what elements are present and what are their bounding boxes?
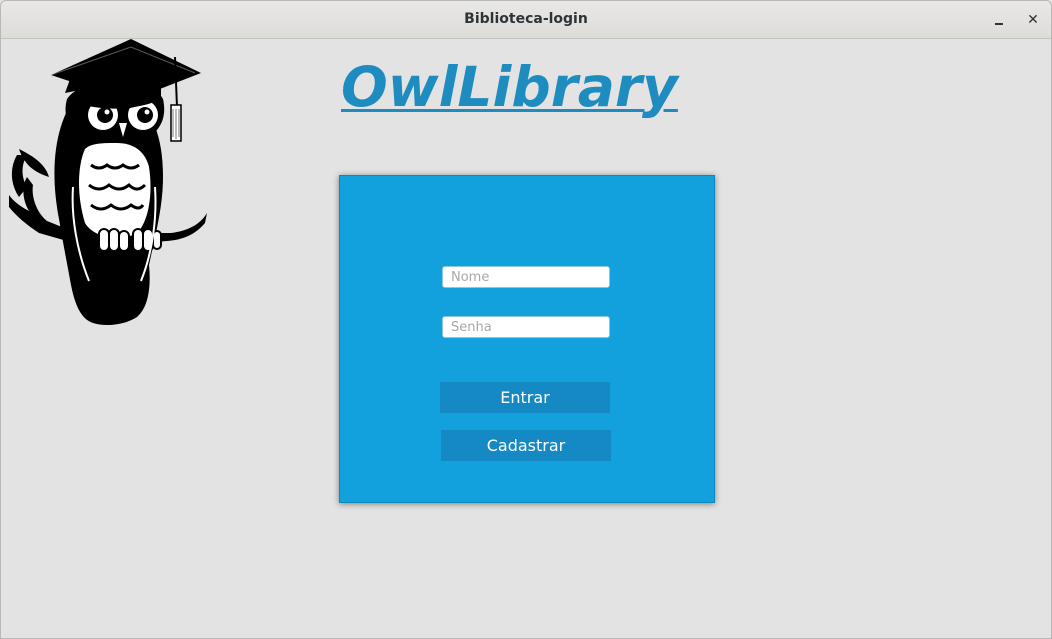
close-button[interactable]: ✕ bbox=[1022, 9, 1044, 31]
login-button[interactable]: Entrar bbox=[440, 382, 610, 413]
graduate-owl-icon bbox=[9, 39, 207, 325]
close-icon: ✕ bbox=[1027, 12, 1039, 28]
minimize-icon bbox=[995, 23, 1003, 25]
title-bar[interactable]: Biblioteca-login ✕ bbox=[1, 1, 1051, 39]
register-button[interactable]: Cadastrar bbox=[441, 430, 611, 461]
login-panel: Entrar Cadastrar bbox=[339, 175, 715, 503]
name-input[interactable] bbox=[442, 266, 610, 288]
password-input[interactable] bbox=[442, 316, 610, 338]
window-title: Biblioteca-login bbox=[464, 11, 588, 27]
app-logo-title: OwlLibrary bbox=[341, 55, 678, 119]
minimize-button[interactable] bbox=[988, 9, 1010, 31]
app-window: Biblioteca-login ✕ OwlLibrary Nome Entra… bbox=[0, 0, 1052, 639]
